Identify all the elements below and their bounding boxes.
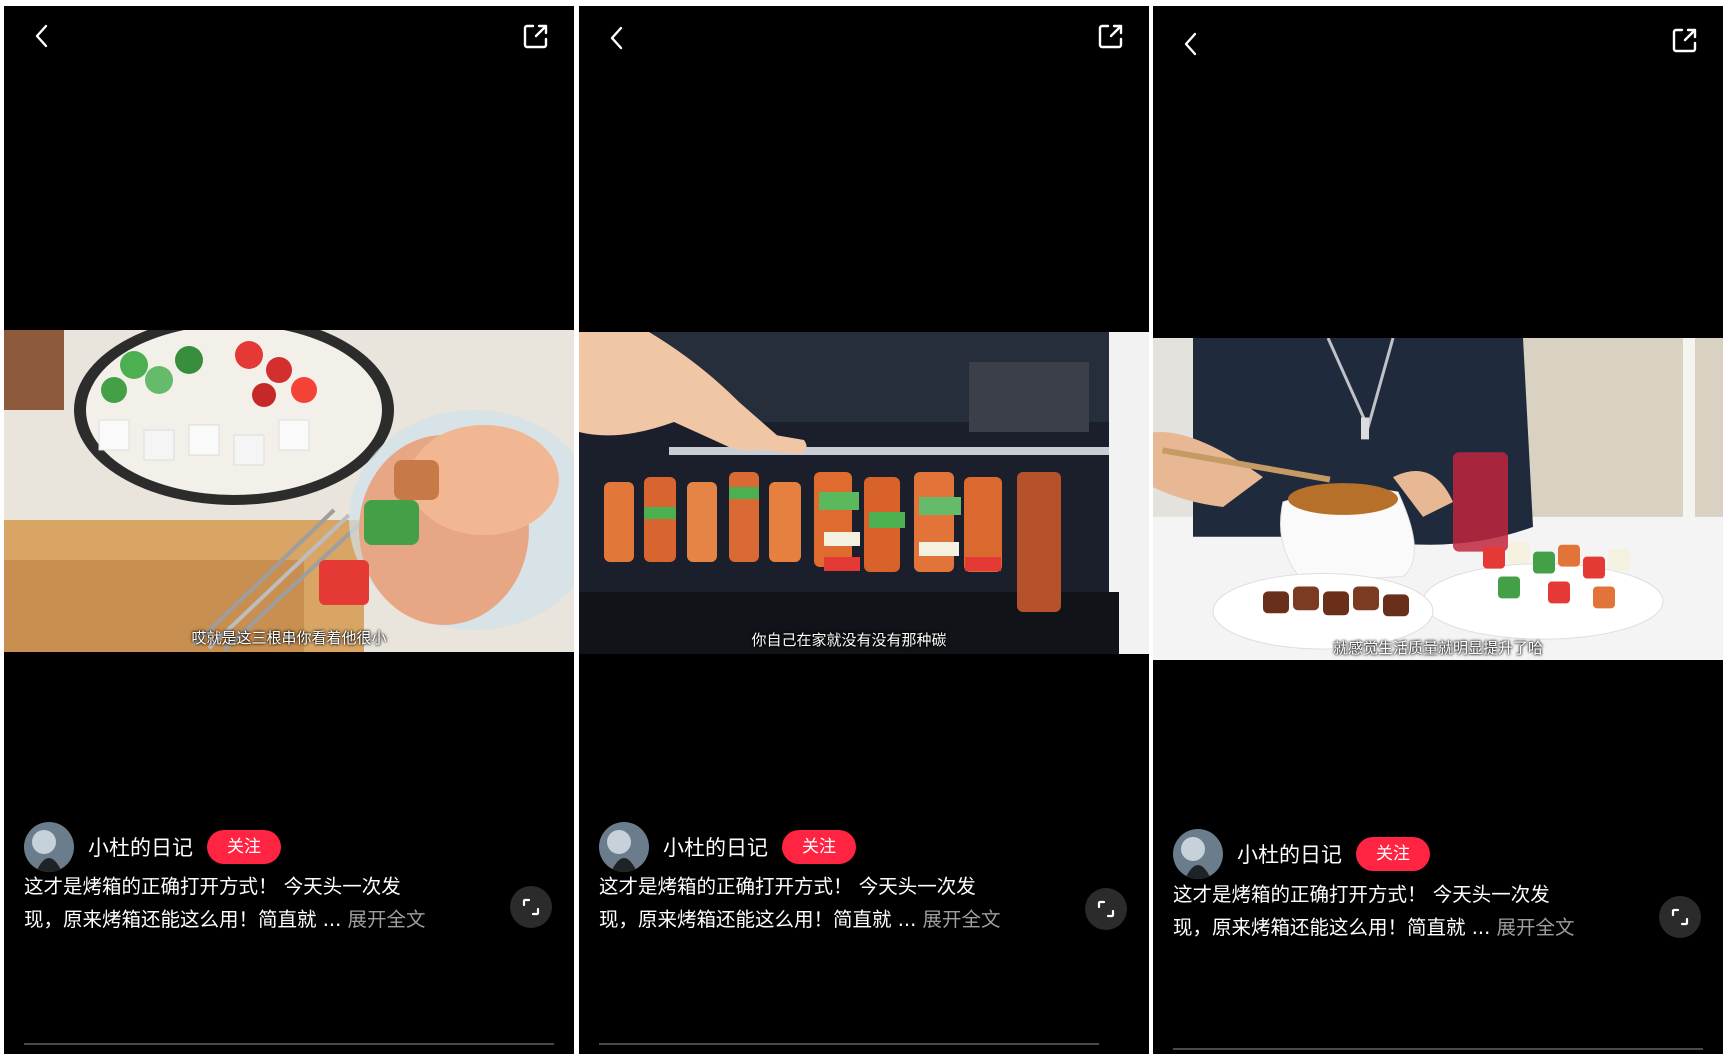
video-post-panel-1: 哎就是这三根串你看着他很小 小杜的日记 关注 这才是烤箱的正确打开方式！ 今天头…: [4, 6, 574, 1054]
back-button[interactable]: [599, 20, 635, 56]
video-progress-bar[interactable]: [1173, 1048, 1703, 1050]
video-frame-image: [579, 332, 1149, 654]
fullscreen-button[interactable]: [510, 886, 552, 928]
video-frame[interactable]: 哎就是这三根串你看着他很小: [4, 330, 574, 652]
video-subtitle: 就感觉生活质量就明显提升了哈: [1332, 639, 1543, 657]
chevron-left-icon: [35, 24, 48, 48]
avatar-image: [1173, 829, 1223, 879]
share-out-icon: [1098, 24, 1123, 49]
share-button[interactable]: [1667, 22, 1703, 58]
caption-line-2: 现，原来烤箱还能这么用！简直就 ...: [24, 908, 342, 931]
expand-full-text-link[interactable]: 展开全文: [1497, 916, 1575, 939]
fullscreen-button[interactable]: [1085, 888, 1127, 930]
video-frame-image: [1153, 338, 1723, 660]
fullscreen-icon: [1671, 908, 1689, 926]
fullscreen-icon: [1097, 900, 1115, 918]
back-button[interactable]: [1173, 26, 1209, 62]
fullscreen-icon: [522, 898, 540, 916]
author-name[interactable]: 小杜的日记: [88, 832, 193, 862]
avatar[interactable]: [1173, 829, 1223, 879]
caption-line-2: 现，原来烤箱还能这么用！简直就 ...: [1173, 916, 1491, 939]
author-row: 小杜的日记 关注: [1173, 828, 1430, 880]
back-button[interactable]: [24, 18, 60, 54]
video-subtitle: 你自己在家就没有没有那种碳: [751, 631, 947, 649]
avatar-image: [24, 822, 74, 872]
author-name[interactable]: 小杜的日记: [663, 832, 768, 862]
avatar[interactable]: [24, 822, 74, 872]
chevron-left-icon: [610, 26, 623, 50]
caption-line-2: 现，原来烤箱还能这么用！简直就 ...: [599, 908, 917, 931]
share-out-icon: [1672, 28, 1697, 53]
video-post-panel-3: 就感觉生活质量就明显提升了哈 小杜的日记 关注 这才是烤箱的正确打开方式！ 今天…: [1153, 6, 1723, 1054]
avatar-image: [599, 822, 649, 872]
share-out-icon: [523, 24, 548, 49]
follow-button[interactable]: 关注: [782, 830, 856, 864]
caption-line-1: 这才是烤箱的正确打开方式！ 今天头一次发: [1173, 883, 1550, 906]
post-caption: 这才是烤箱的正确打开方式！ 今天头一次发 现，原来烤箱还能这么用！简直就 ...…: [24, 870, 464, 936]
video-frame[interactable]: 就感觉生活质量就明显提升了哈: [1153, 338, 1723, 662]
video-post-panel-2: 你自己在家就没有没有那种碳 小杜的日记 关注 这才是烤箱的正确打开方式！ 今天头…: [579, 6, 1149, 1054]
avatar[interactable]: [599, 822, 649, 872]
post-caption: 这才是烤箱的正确打开方式！ 今天头一次发 现，原来烤箱还能这么用！简直就 ...…: [1173, 878, 1613, 944]
author-row: 小杜的日记 关注: [24, 821, 281, 873]
post-caption: 这才是烤箱的正确打开方式！ 今天头一次发 现，原来烤箱还能这么用！简直就 ...…: [599, 870, 1039, 936]
share-button[interactable]: [1093, 18, 1129, 54]
caption-line-1: 这才是烤箱的正确打开方式！ 今天头一次发: [599, 875, 976, 898]
author-row: 小杜的日记 关注: [599, 821, 856, 873]
follow-button[interactable]: 关注: [207, 830, 281, 864]
video-frame-image: [4, 330, 574, 652]
author-name[interactable]: 小杜的日记: [1237, 839, 1342, 869]
video-progress-bar[interactable]: [599, 1043, 1099, 1045]
fullscreen-button[interactable]: [1659, 896, 1701, 938]
follow-button[interactable]: 关注: [1356, 837, 1430, 871]
video-subtitle: 哎就是这三根串你看着他很小: [191, 629, 387, 647]
chevron-left-icon: [1184, 32, 1197, 56]
share-button[interactable]: [518, 18, 554, 54]
expand-full-text-link[interactable]: 展开全文: [923, 908, 1001, 931]
video-frame[interactable]: 你自己在家就没有没有那种碳: [579, 332, 1149, 654]
video-progress-bar[interactable]: [24, 1043, 554, 1045]
caption-line-1: 这才是烤箱的正确打开方式！ 今天头一次发: [24, 875, 401, 898]
expand-full-text-link[interactable]: 展开全文: [348, 908, 426, 931]
